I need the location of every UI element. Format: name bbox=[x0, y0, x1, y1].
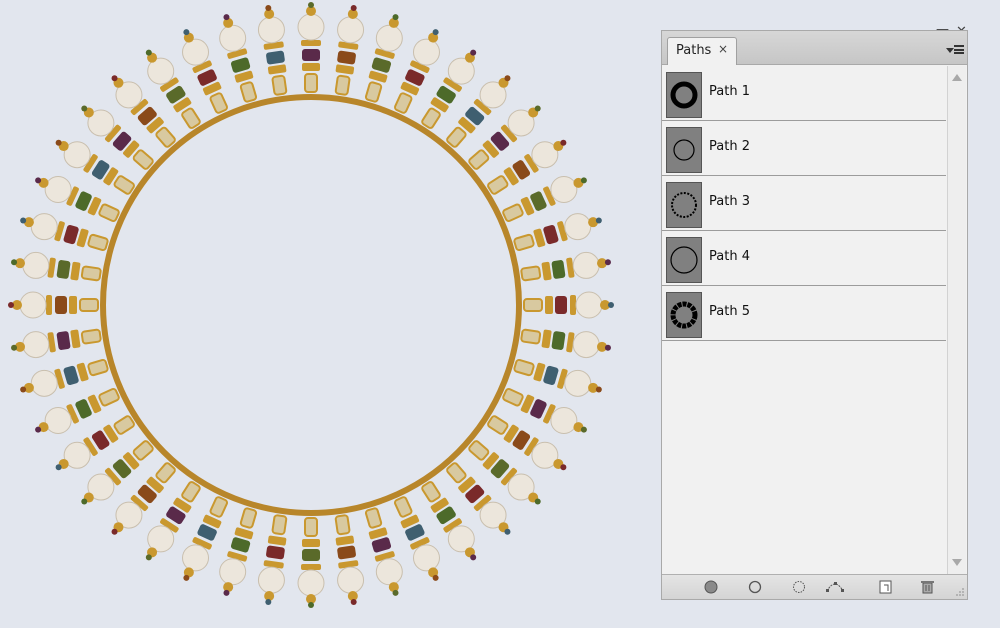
stroke-path-button[interactable] bbox=[746, 579, 764, 595]
path-thumbnail bbox=[666, 72, 702, 118]
paths-panel: Paths × Path 1 Path 2 Path 3 Path 4 Path 5 bbox=[661, 30, 968, 600]
fill-path-button[interactable] bbox=[702, 579, 720, 595]
thick-ring-dotted-icon bbox=[670, 301, 698, 329]
path-name-label: Path 1 bbox=[709, 84, 750, 99]
vertical-scrollbar[interactable] bbox=[947, 66, 966, 574]
menu-bars-icon bbox=[954, 45, 964, 54]
dotted-circle-icon bbox=[793, 581, 805, 593]
scroll-down-icon[interactable] bbox=[952, 559, 962, 566]
tab-paths[interactable]: Paths × bbox=[667, 37, 737, 65]
path-name-label: Path 2 bbox=[709, 139, 750, 154]
path-row[interactable]: Path 2 bbox=[662, 121, 946, 176]
path-row[interactable]: Path 1 bbox=[662, 66, 946, 121]
path-row[interactable]: Path 3 bbox=[662, 176, 946, 231]
path-name-label: Path 3 bbox=[709, 194, 750, 209]
path-thumbnail bbox=[666, 182, 702, 228]
path-thumbnail bbox=[666, 237, 702, 283]
thin-ring-large-icon bbox=[670, 246, 698, 274]
load-selection-button[interactable] bbox=[790, 579, 808, 595]
dotted-ring-icon bbox=[671, 192, 697, 218]
panel-bottom-bar bbox=[662, 574, 967, 599]
make-work-path-button[interactable] bbox=[826, 579, 844, 595]
resize-grip-icon[interactable] bbox=[955, 587, 965, 597]
stroke-circle-icon bbox=[748, 580, 762, 594]
work-path-icon bbox=[826, 582, 844, 592]
panel-menu-icon[interactable] bbox=[946, 43, 964, 57]
necklace-image bbox=[8, 2, 614, 608]
delete-path-button[interactable] bbox=[918, 579, 936, 595]
path-list: Path 1 Path 2 Path 3 Path 4 Path 5 bbox=[662, 66, 946, 574]
path-thumbnail bbox=[666, 292, 702, 338]
path-name-label: Path 5 bbox=[709, 304, 750, 319]
path-row[interactable]: Path 5 bbox=[662, 286, 946, 341]
path-row[interactable]: Path 4 bbox=[662, 231, 946, 286]
tab-label: Paths bbox=[676, 43, 712, 58]
thin-ring-icon bbox=[673, 139, 695, 161]
tab-close-icon[interactable]: × bbox=[718, 42, 728, 56]
dropdown-triangle-icon bbox=[946, 48, 954, 53]
new-page-icon bbox=[879, 580, 892, 594]
thick-ring-icon bbox=[670, 81, 698, 109]
document-canvas[interactable] bbox=[0, 0, 650, 628]
path-thumbnail bbox=[666, 127, 702, 173]
path-name-label: Path 4 bbox=[709, 249, 750, 264]
scroll-up-icon[interactable] bbox=[952, 74, 962, 81]
fill-circle-icon bbox=[704, 580, 718, 594]
panel-tab-bar: Paths × bbox=[662, 31, 967, 65]
new-path-button[interactable] bbox=[876, 579, 894, 595]
trash-icon bbox=[921, 581, 934, 594]
